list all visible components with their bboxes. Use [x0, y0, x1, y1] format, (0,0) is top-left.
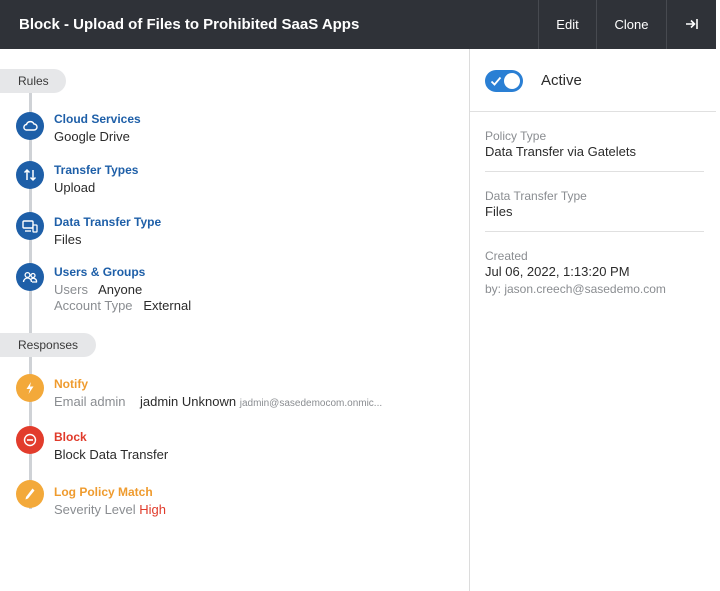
rules-section-label: Rules: [0, 69, 66, 93]
created-by: by: jason.creech@sasedemo.com: [485, 282, 666, 296]
data-transfer-type-label: Data Transfer Type: [54, 215, 162, 229]
data-transfer-type-value: Files: [54, 232, 82, 247]
account-type-row: Account Type External: [54, 298, 191, 313]
account-type-value: External: [143, 298, 192, 313]
toggle-knob: [504, 73, 520, 89]
created-value: Jul 06, 2022, 1:13:20 PM: [485, 264, 630, 279]
policy-type-value: Data Transfer via Gatelets: [485, 144, 637, 159]
users-icon: [16, 263, 44, 291]
email-admin-address: jadmin@sasedemocom.onmic...: [239, 398, 383, 409]
users-key: Users: [54, 282, 88, 297]
responses-section-label: Responses: [0, 333, 96, 357]
check-icon: [490, 76, 502, 86]
account-type-key: Account Type: [54, 298, 133, 313]
notify-label: Notify: [54, 377, 88, 391]
email-admin-key: Email admin: [54, 394, 126, 409]
transfer-types-label: Transfer Types: [54, 163, 139, 177]
pencil-icon: [16, 480, 44, 508]
email-admin-name: jadmin Unknown: [139, 394, 237, 409]
block-label: Block: [54, 430, 87, 444]
policy-details-right: Active Policy Type Data Transfer via Gat…: [470, 49, 716, 591]
log-policy-match-label: Log Policy Match: [54, 485, 153, 499]
transfer-types-value: Upload: [54, 180, 96, 195]
panel-header: Block - Upload of Files to Prohibited Sa…: [0, 0, 716, 49]
users-value: Anyone: [98, 282, 143, 297]
severity-value: High: [139, 502, 167, 517]
users-row: Users Anyone: [54, 282, 142, 297]
no-entry-icon: [16, 426, 44, 454]
policy-type-key: Policy Type: [485, 129, 547, 143]
block-value: Block Data Transfer: [54, 447, 169, 462]
active-toggle-row: Active: [470, 49, 716, 112]
created-key: Created: [485, 249, 528, 263]
cloud-icon: [16, 112, 44, 140]
notify-email-row: Email admin jadmin Unknown jadmin@sasede…: [54, 394, 382, 409]
policy-title: Block - Upload of Files to Prohibited Sa…: [19, 16, 360, 33]
users-groups-label: Users & Groups: [54, 265, 146, 279]
devices-icon: [16, 212, 44, 240]
data-transfer-type-field: Data Transfer Type Files: [485, 189, 704, 232]
severity-row: Severity Level High: [54, 502, 166, 517]
cloud-services-value: Google Drive: [54, 129, 130, 144]
lightning-icon: [16, 374, 44, 402]
collapse-panel-button[interactable]: [666, 0, 716, 49]
policy-type-field: Policy Type Data Transfer via Gatelets: [485, 129, 704, 172]
edit-button[interactable]: Edit: [538, 0, 596, 49]
cloud-services-label: Cloud Services: [54, 112, 141, 126]
clone-button[interactable]: Clone: [596, 0, 666, 49]
data-transfer-type-detail-value: Files: [485, 204, 513, 219]
severity-key: Severity Level: [54, 502, 136, 517]
active-label: Active: [541, 72, 582, 89]
collapse-right-icon: [685, 19, 698, 29]
transfer-arrows-icon: [16, 161, 44, 189]
policy-details-left: Rules Cloud Services Google Drive Transf…: [0, 49, 469, 591]
data-transfer-type-key: Data Transfer Type: [485, 189, 587, 203]
active-toggle[interactable]: [485, 70, 523, 92]
created-field: Created Jul 06, 2022, 1:13:20 PM by: jas…: [485, 249, 704, 296]
